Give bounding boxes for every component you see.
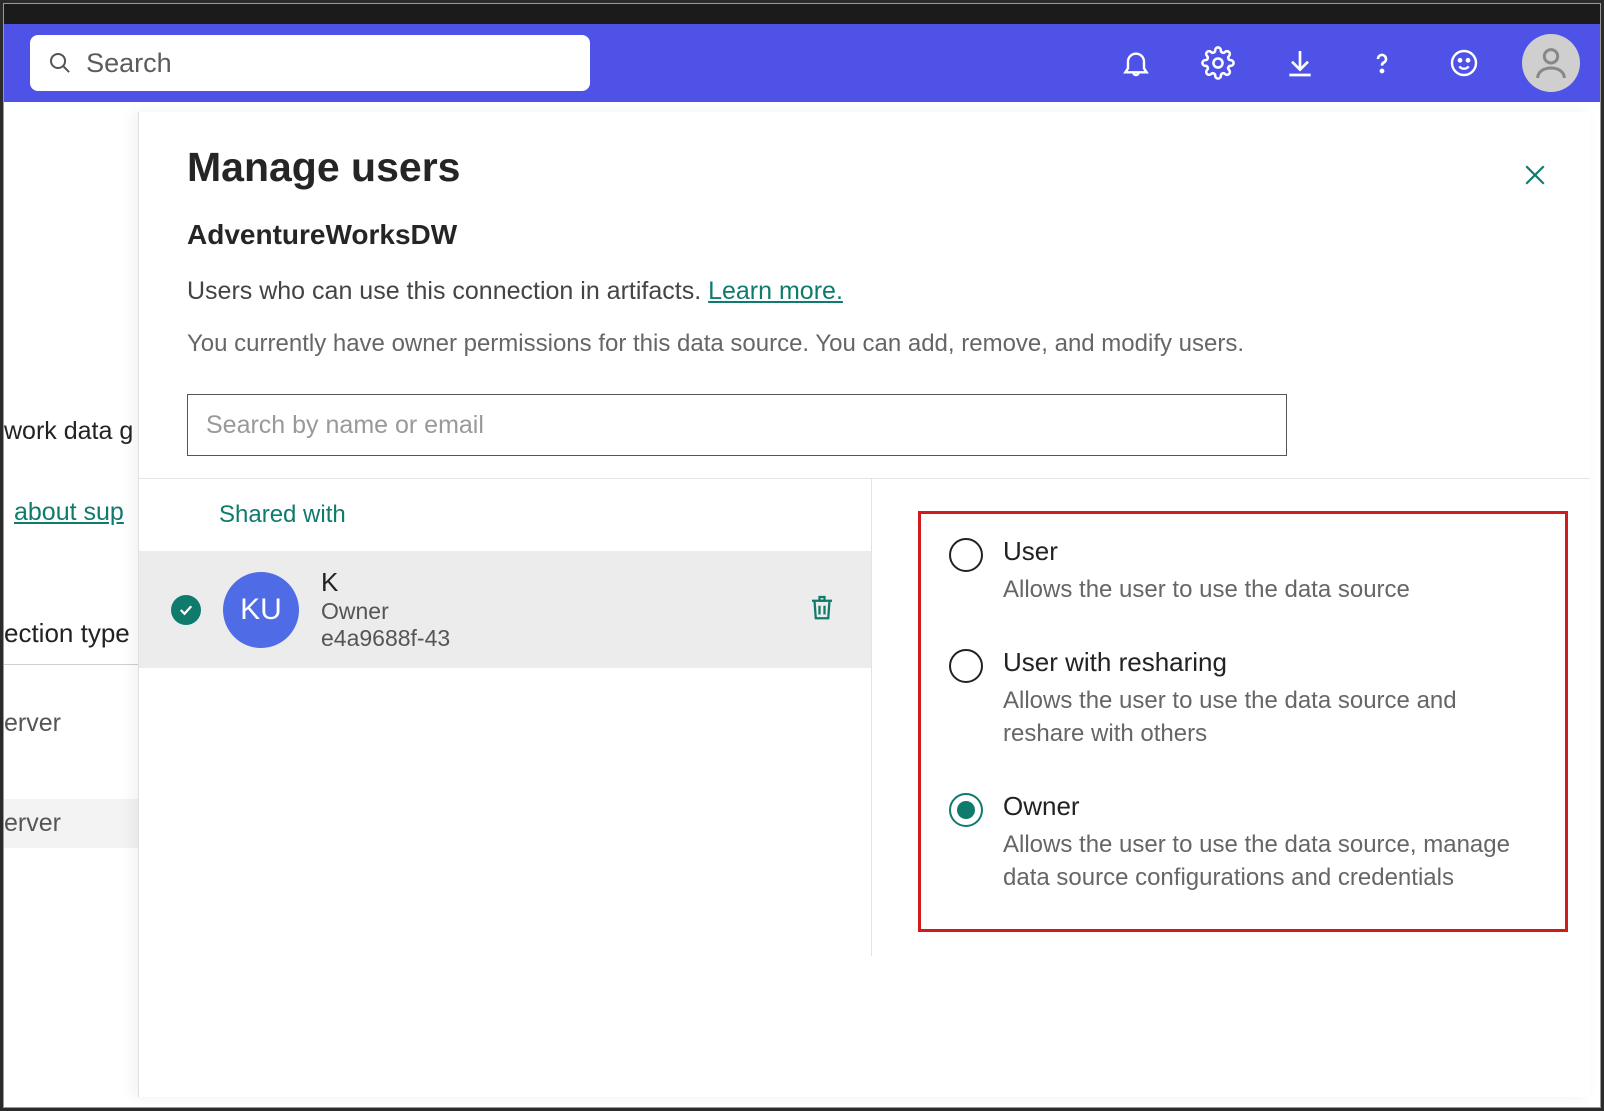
role-description: Allows the user to use the data source <box>1003 573 1410 607</box>
global-search-box[interactable] <box>30 35 590 91</box>
background-partial-page: work data g about sup ection type erver … <box>4 102 144 1107</box>
bg-text-line: erver <box>4 799 144 848</box>
learn-more-link[interactable]: Learn more. <box>708 277 843 305</box>
radio-icon[interactable] <box>949 538 983 572</box>
role-option-user[interactable]: User Allows the user to use the data sou… <box>949 536 1537 607</box>
user-role-label: Owner <box>321 598 785 625</box>
role-description: Allows the user to use the data source a… <box>1003 684 1523 751</box>
help-icon[interactable] <box>1360 41 1404 85</box>
delete-user-button[interactable] <box>807 591 851 628</box>
panel-description: Users who can use this connection in art… <box>187 277 1542 306</box>
settings-gear-icon[interactable] <box>1196 41 1240 85</box>
radio-icon-selected[interactable] <box>949 793 983 827</box>
connection-name: AdventureWorksDW <box>187 219 1542 251</box>
download-icon[interactable] <box>1278 41 1322 85</box>
user-search-input[interactable] <box>187 394 1287 456</box>
role-option-user-resharing[interactable]: User with resharing Allows the user to u… <box>949 647 1537 751</box>
role-label: User with resharing <box>1003 647 1523 678</box>
shared-with-tab[interactable]: Shared with <box>139 479 871 551</box>
permissions-note: You currently have owner permissions for… <box>187 330 1542 358</box>
user-avatar: KU <box>223 572 299 648</box>
desc-text: Users who can use this connection in art… <box>187 277 708 305</box>
bg-text-line: erver <box>4 709 61 738</box>
role-label: User <box>1003 536 1410 567</box>
global-search-input[interactable] <box>86 48 572 79</box>
radio-icon[interactable] <box>949 649 983 683</box>
user-id: e4a9688f-43 <box>321 625 785 652</box>
notifications-icon[interactable] <box>1114 41 1158 85</box>
panel-title: Manage users <box>187 144 1542 191</box>
selected-check-icon <box>171 595 201 625</box>
role-selector-highlight: User Allows the user to use the data sou… <box>918 511 1568 932</box>
top-header-bar <box>4 24 1600 102</box>
role-option-owner[interactable]: Owner Allows the user to use the data so… <box>949 791 1537 895</box>
bg-text-line: work data g <box>4 417 133 446</box>
window-chrome-bar <box>4 4 1600 24</box>
profile-avatar[interactable] <box>1522 34 1580 92</box>
user-name: K <box>321 567 785 598</box>
bg-link[interactable]: about sup <box>14 498 124 527</box>
close-panel-button[interactable] <box>1520 160 1556 196</box>
user-list-row[interactable]: KU K Owner e4a9688f-43 <box>139 551 871 668</box>
bg-divider <box>4 664 144 665</box>
feedback-smiley-icon[interactable] <box>1442 41 1486 85</box>
manage-users-panel: Manage users AdventureWorksDW Users who … <box>138 112 1590 1097</box>
role-label: Owner <box>1003 791 1523 822</box>
search-icon <box>48 50 72 76</box>
bg-text-line: ection type <box>4 618 130 649</box>
role-description: Allows the user to use the data source, … <box>1003 828 1523 895</box>
